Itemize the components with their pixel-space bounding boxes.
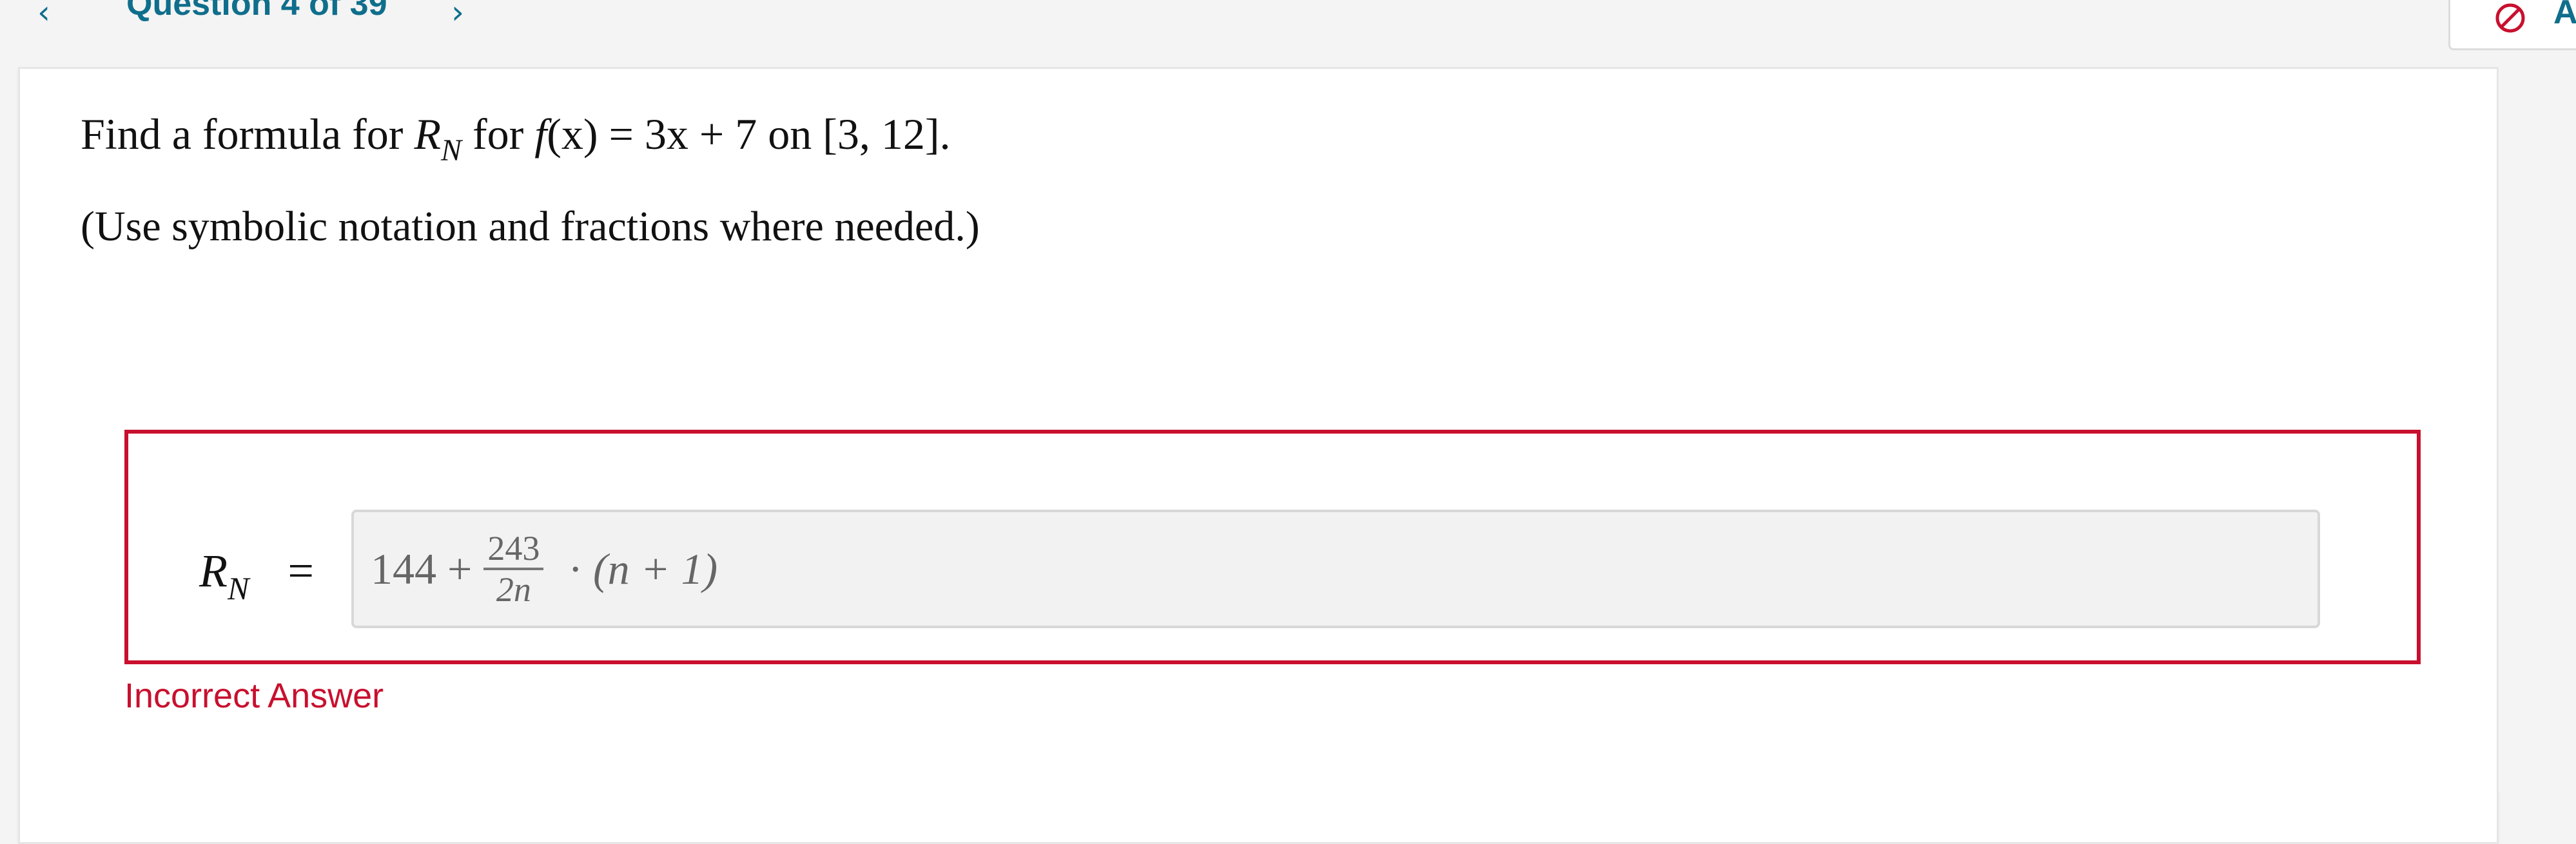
prompt-suffix: on [3, 12]. [757, 110, 951, 158]
prompt-func: f [534, 110, 547, 158]
answer-label-sub: N [227, 570, 249, 606]
expr-dot: · [568, 544, 583, 593]
instruction-text: (Use symbolic notation and fractions whe… [81, 203, 980, 250]
answer-input[interactable]: 144 + 243 2n · (n + 1) [351, 510, 2320, 628]
fraction-numerator: 243 [483, 529, 544, 570]
ban-icon [2495, 3, 2525, 33]
chevron-left-icon[interactable]: ‹ [37, 0, 50, 28]
answer-label: RN = [199, 544, 314, 607]
incorrect-answer-text: Incorrect Answer [124, 676, 384, 715]
prompt-var-sub: N [440, 133, 462, 168]
right-gutter [2499, 67, 2576, 792]
prompt-prefix: Find a formula for [81, 110, 415, 158]
fraction-denominator: 2n [496, 570, 531, 609]
answer-label-var: R [199, 545, 228, 597]
answer-box: RN = 144 + 243 2n · (n + 1) [124, 430, 2421, 664]
prompt-var: R [414, 110, 441, 158]
prompt-func-rest: (x) = 3x + 7 [547, 110, 757, 158]
expr-tail: (n + 1) [593, 544, 718, 593]
question-counter: Question 4 of 39 [126, 0, 387, 23]
answer-expression: 144 + 243 2n · (n + 1) [371, 512, 717, 626]
expr-fraction: 243 2n [483, 529, 544, 609]
prompt-mid: for [462, 110, 535, 158]
chevron-right-icon[interactable]: › [451, 0, 464, 28]
top-right-label: A [2553, 0, 2576, 31]
question-card: Find a formula for RN for f(x) = 3x + 7 … [18, 67, 2499, 844]
expr-lead: 144 + [371, 544, 473, 593]
top-bar: ‹ Question 4 of 39 › A [0, 0, 2576, 64]
top-right-button[interactable]: A [2448, 0, 2576, 50]
question-prompt: Find a formula for RN for f(x) = 3x + 7 … [81, 105, 951, 180]
answer-label-equals: = [288, 545, 314, 597]
